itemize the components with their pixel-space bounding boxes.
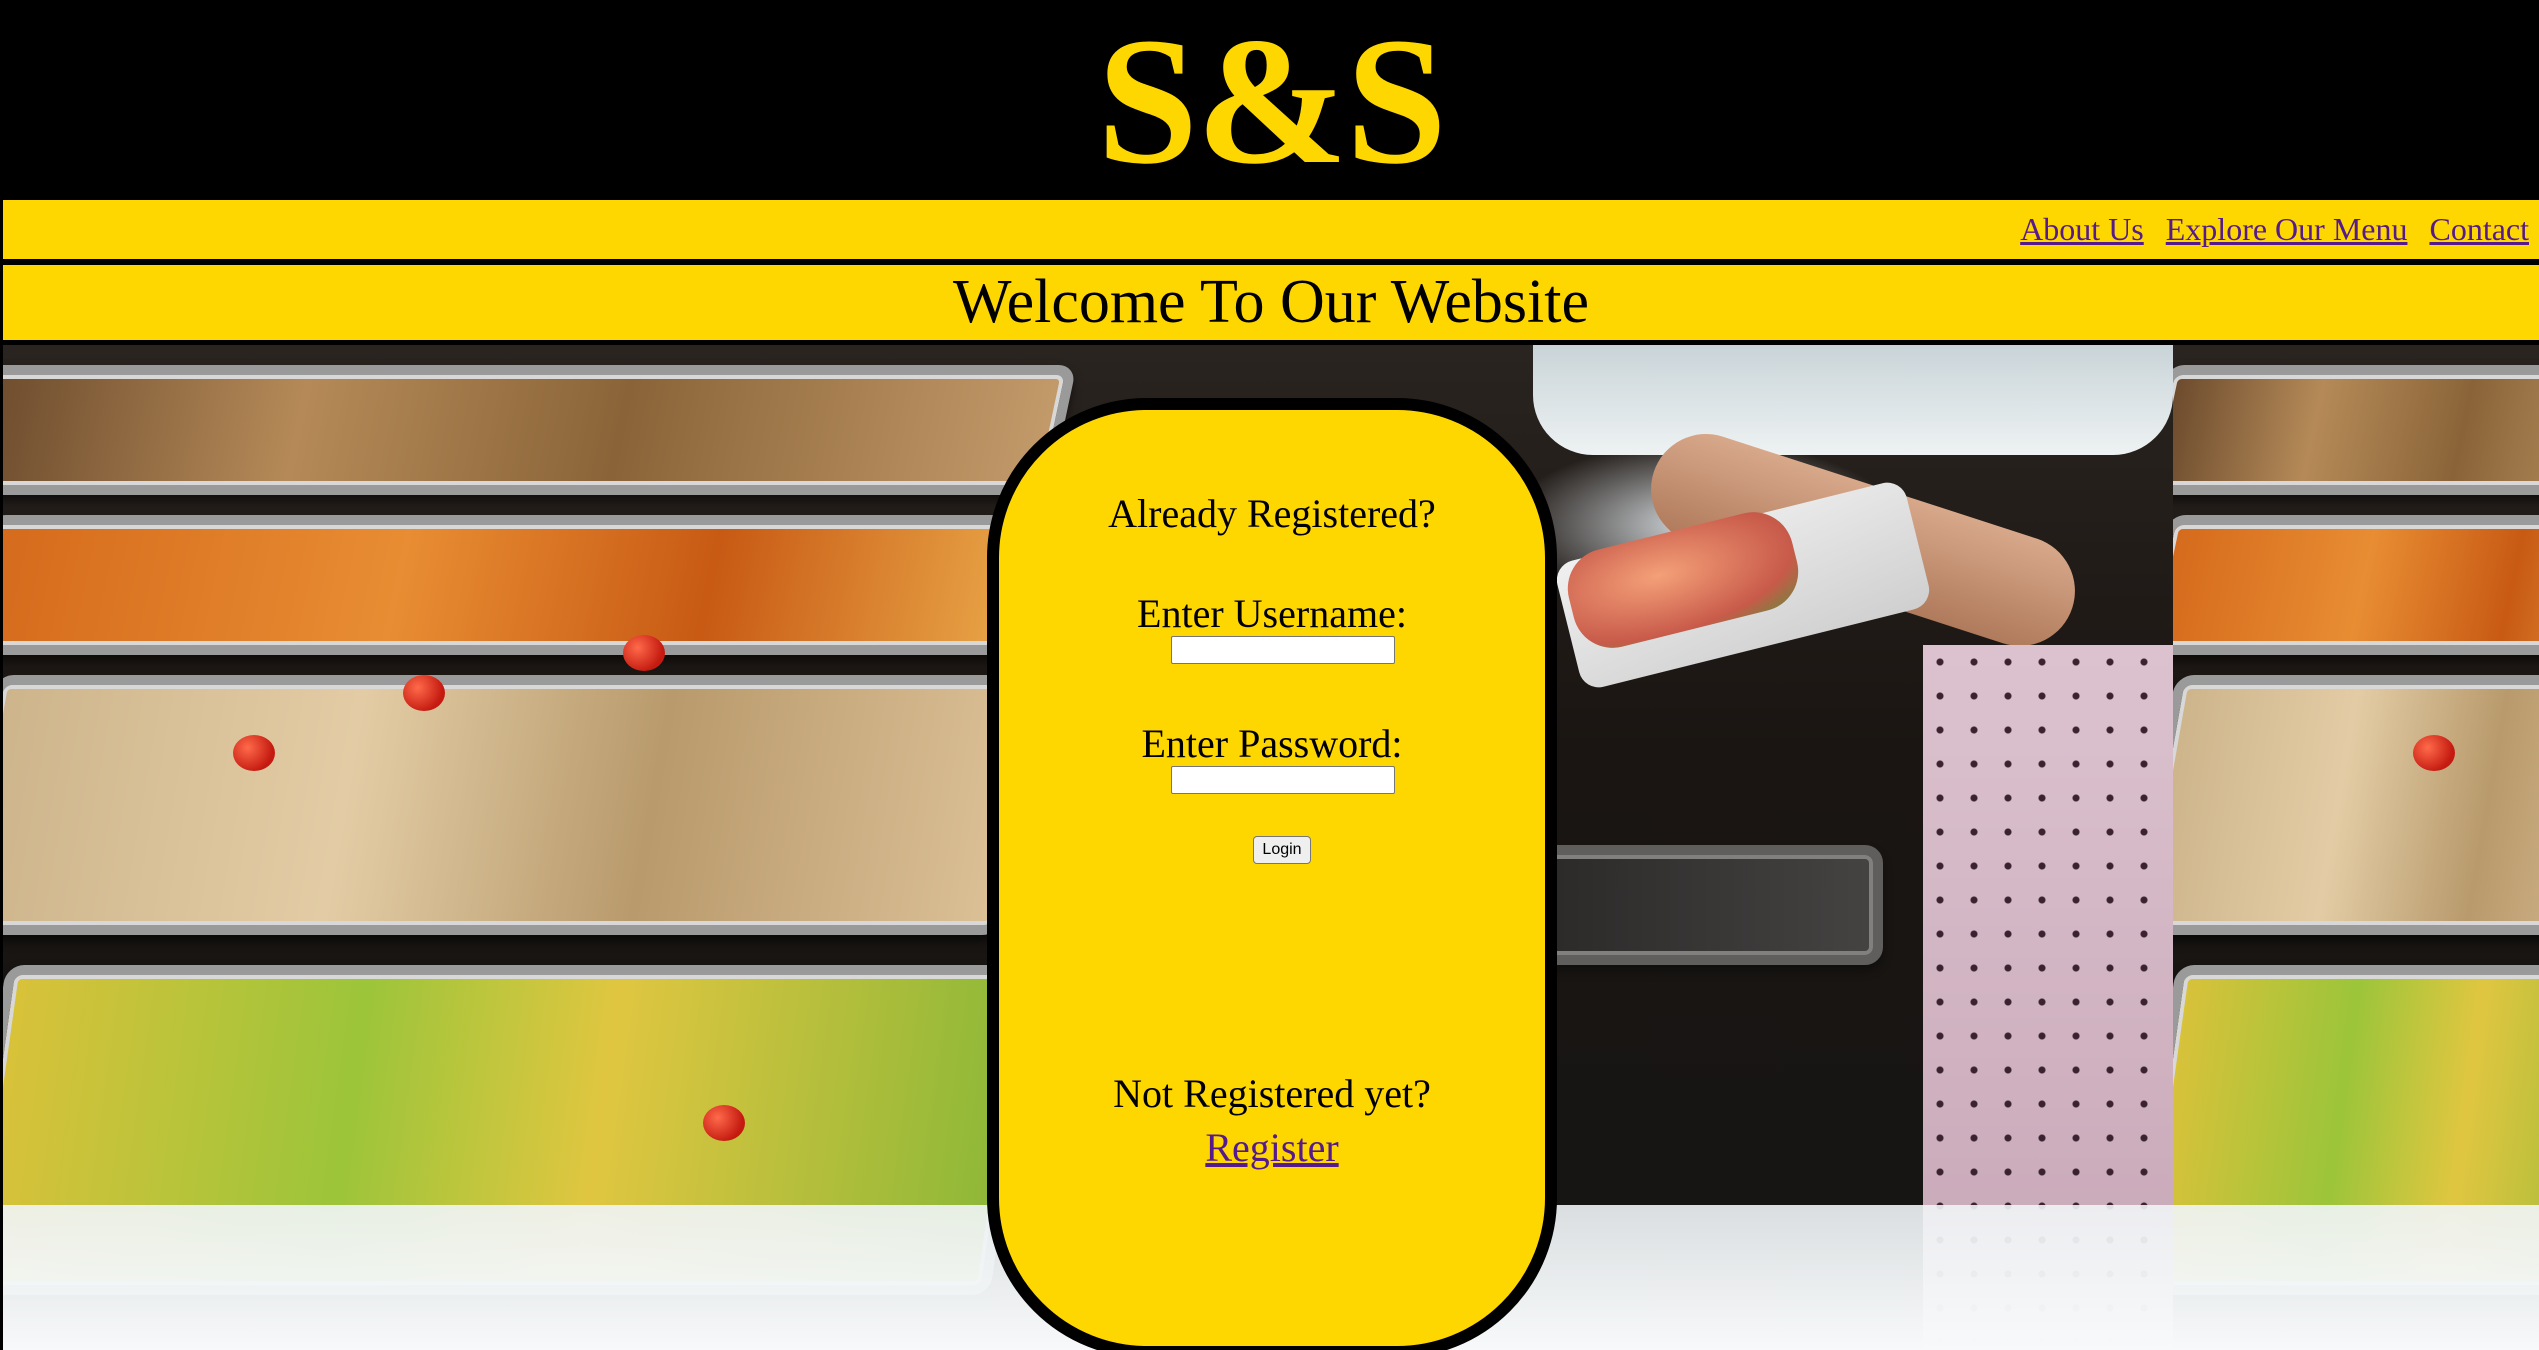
login-button[interactable]: Login [1253,836,1311,864]
brand-header: S&S [3,3,2539,200]
already-registered-heading: Already Registered? [1108,491,1436,536]
nav-bar: About Us Explore Our Menu Contact [3,200,2539,259]
login-card: Already Registered? Enter Username: Ente… [987,398,1557,1350]
buffet-background-image-repeat [2173,345,2539,1350]
username-label: Enter Username: [1137,591,1407,636]
nav-link-explore-menu[interactable]: Explore Our Menu [2166,211,2408,248]
welcome-banner: Welcome To Our Website [3,265,2539,340]
page-title: Welcome To Our Website [953,268,1589,336]
page: S&S About Us Explore Our Menu Contact We… [0,0,2539,1350]
nav-link-about-us[interactable]: About Us [2020,211,2144,248]
not-registered-heading: Not Registered yet? [1113,1071,1431,1116]
site-logo: S&S [1096,0,1447,202]
password-input[interactable] [1171,766,1395,794]
username-input[interactable] [1171,636,1395,664]
register-link[interactable]: Register [999,1124,1545,1171]
nav-link-contact[interactable]: Contact [2429,211,2529,248]
password-label: Enter Password: [1141,721,1403,766]
